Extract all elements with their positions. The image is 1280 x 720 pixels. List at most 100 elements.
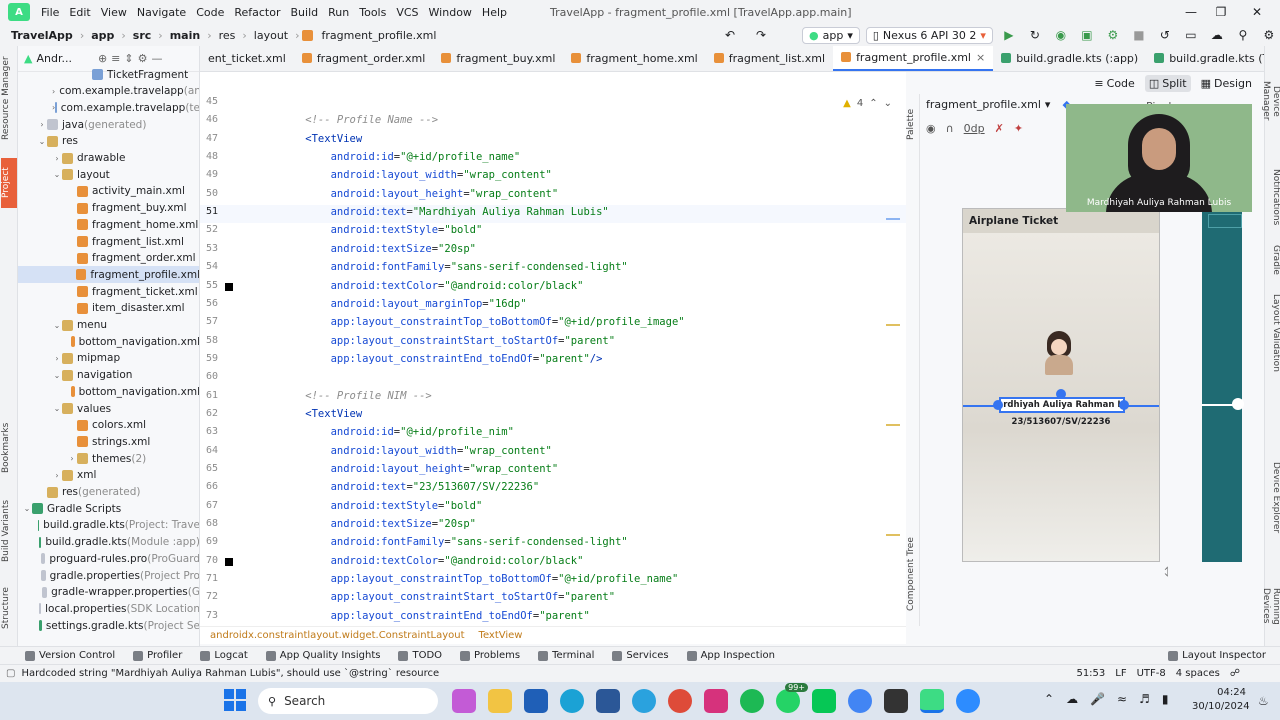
maximize-button[interactable]: ❐	[1204, 0, 1238, 24]
color-swatch-icon[interactable]	[225, 557, 233, 566]
sticky-notes-icon[interactable]	[884, 689, 908, 713]
tree-item[interactable]: › mipmap	[18, 350, 199, 367]
tree-item[interactable]: build.gradle.kts (Module :app)	[18, 534, 199, 551]
chevron-down-icon[interactable]: ⌄	[884, 98, 892, 109]
tree-item[interactable]: activity_main.xml	[18, 183, 199, 200]
tree-item[interactable]: TicketFragment	[18, 66, 199, 83]
menu-window[interactable]: Window	[424, 6, 477, 19]
sdk-manager-icon[interactable]: ☁	[1207, 25, 1227, 45]
code-line[interactable]: app:layout_constraintEnd_toEndOf="parent…	[280, 353, 603, 365]
code-editor[interactable]: ▲ 4 ⌃ ⌄ 45 46 <!-- Profile Name --> 47 <Te…	[200, 94, 906, 626]
code-line[interactable]: android:textStyle="bold"	[280, 500, 483, 512]
breadcrumb-item[interactable]: res	[214, 29, 241, 42]
project-tab[interactable]: Project	[1, 158, 17, 208]
tree-item[interactable]: settings.gradle.kts (Project Se	[18, 617, 199, 634]
tool-todo[interactable]: TODO	[389, 650, 451, 661]
notification-bell-icon[interactable]: ♨	[1258, 694, 1269, 708]
debug-icon[interactable]: ◉	[1051, 25, 1071, 45]
breadcrumb-item[interactable]: TextView	[479, 630, 523, 641]
chrome-icon[interactable]	[668, 689, 692, 713]
breadcrumb-item[interactable]: layout	[249, 29, 293, 42]
copilot-icon[interactable]	[452, 689, 476, 713]
layout-validation-tab[interactable]: Layout Validation	[1265, 292, 1280, 374]
breadcrumb-item[interactable]: app	[86, 29, 119, 42]
profile-name-preview[interactable]: Mardhiyah Auliya Rahman Lub	[999, 397, 1125, 413]
tree-item[interactable]: fragment_home.xml	[18, 216, 199, 233]
menu-code[interactable]: Code	[191, 6, 229, 19]
locate-icon[interactable]: ⊕	[98, 52, 107, 65]
tree-item[interactable]: fragment_buy.xml	[18, 200, 199, 217]
windows-start-icon[interactable]	[224, 689, 246, 711]
code-line[interactable]: android:layout_height="wrap_content"	[280, 463, 559, 475]
inspection-widget[interactable]: ▲ 4 ⌃ ⌄	[843, 98, 892, 109]
chevron-down-icon[interactable]: ⌄	[52, 170, 62, 179]
whatsapp-icon[interactable]: 99+	[776, 683, 808, 713]
menu-navigate[interactable]: Navigate	[132, 6, 191, 19]
lock-icon[interactable]: ☍	[1230, 668, 1240, 679]
tree-item[interactable]: ⌄ Gradle Scripts	[18, 500, 199, 517]
chevron-right-icon[interactable]: ›	[52, 87, 55, 96]
notifications-tab[interactable]: Notifications	[1265, 164, 1280, 230]
code-line[interactable]: app:layout_constraintTop_toBottomOf="@+i…	[280, 573, 679, 585]
tree-item[interactable]: res (generated)	[18, 484, 199, 501]
caret-position[interactable]: 51:53	[1076, 668, 1105, 679]
tab-build-gradle-kts-app-[interactable]: build.gradle.kts (:app)	[993, 46, 1146, 71]
run-icon[interactable]: ▶	[999, 25, 1019, 45]
tree-item[interactable]: › com.example.travelapp (an	[18, 83, 199, 100]
code-line[interactable]: android:textSize="20sp"	[280, 518, 476, 530]
menu-view[interactable]: View	[96, 6, 132, 19]
code-line[interactable]: android:textColor="@android:color/black"	[280, 280, 584, 292]
tree-item[interactable]: strings.xml	[18, 433, 199, 450]
constraint-handle[interactable]	[1232, 398, 1244, 410]
constraint-handle[interactable]	[1056, 389, 1066, 399]
chevron-right-icon[interactable]: ›	[37, 120, 47, 129]
device-manager-tab[interactable]: Device Manager	[1261, 66, 1280, 136]
tree-item[interactable]: bottom_navigation.xml	[18, 383, 199, 400]
tree-item[interactable]: fragment_profile.xml	[18, 266, 199, 284]
run-config-select[interactable]: ● app ▾	[802, 26, 860, 44]
volume-icon[interactable]: ♬	[1139, 692, 1150, 706]
tree-item[interactable]: › themes (2)	[18, 450, 199, 467]
structure-tab[interactable]: Structure	[1, 580, 17, 636]
split-mode-button[interactable]: ◫ Split	[1144, 74, 1191, 92]
chrome-profile-icon[interactable]	[848, 689, 872, 713]
tab-fragment-order-xml[interactable]: fragment_order.xml	[294, 46, 434, 71]
expand-icon[interactable]: ⇕	[124, 52, 133, 65]
chevron-right-icon[interactable]: ›	[52, 354, 62, 363]
breadcrumb-item[interactable]: TravelApp	[6, 29, 78, 42]
phone-preview[interactable]: Airplane Ticket Mardhiyah Auliya Rahman …	[962, 208, 1160, 562]
menu-help[interactable]: Help	[477, 6, 512, 19]
hide-icon[interactable]: —	[151, 52, 162, 65]
menu-refactor[interactable]: Refactor	[229, 6, 285, 19]
status-message[interactable]: Hardcoded string "Mardhiyah Auliya Rahma…	[15, 668, 439, 679]
build-variants-tab[interactable]: Build Variants	[1, 496, 17, 566]
menu-build[interactable]: Build	[286, 6, 324, 19]
tree-item[interactable]: item_disaster.xml	[18, 300, 199, 317]
tab-fragment-profile-xml[interactable]: fragment_profile.xml ×	[833, 46, 994, 71]
battery-icon[interactable]: ▮	[1162, 692, 1169, 706]
tree-item[interactable]: colors.xml	[18, 417, 199, 434]
gear-icon[interactable]: ⚙	[138, 52, 148, 65]
code-line[interactable]: android:id="@+id/profile_nim"	[280, 426, 514, 438]
chevron-right-icon[interactable]: ›	[52, 471, 62, 480]
android-studio-logo[interactable]: A	[8, 3, 30, 21]
profile-icon[interactable]: ▣	[1077, 25, 1097, 45]
constraint-handle[interactable]	[1119, 400, 1129, 410]
attach-debugger-icon[interactable]: ⚙	[1103, 25, 1123, 45]
apply-changes-icon[interactable]: ↻	[1025, 25, 1045, 45]
zoom-icon[interactable]	[956, 689, 980, 713]
profile-nim-preview[interactable]: 23/513607/SV/22236	[963, 417, 1159, 427]
tree-item[interactable]: gradle.properties (Project Pro	[18, 567, 199, 584]
breadcrumb-item[interactable]: fragment_profile.xml	[317, 29, 442, 42]
tree-item[interactable]: local.properties (SDK Location	[18, 600, 199, 617]
code-line[interactable]: android:textStyle="bold"	[280, 224, 483, 236]
tree-item[interactable]: bottom_navigation.xml	[18, 333, 199, 350]
telegram-icon[interactable]	[632, 689, 656, 713]
palette-tab[interactable]: Palette	[906, 102, 922, 146]
status-toggle-icon[interactable]: ▢	[0, 668, 15, 679]
tree-item[interactable]: fragment_order.xml	[18, 250, 199, 267]
code-line[interactable]: android:fontFamily="sans-serif-condensed…	[280, 536, 628, 548]
profile-image[interactable]	[1043, 331, 1075, 375]
code-line[interactable]: android:fontFamily="sans-serif-condensed…	[280, 261, 628, 273]
code-line[interactable]: android:text="23/513607/SV/22236"	[280, 481, 540, 493]
